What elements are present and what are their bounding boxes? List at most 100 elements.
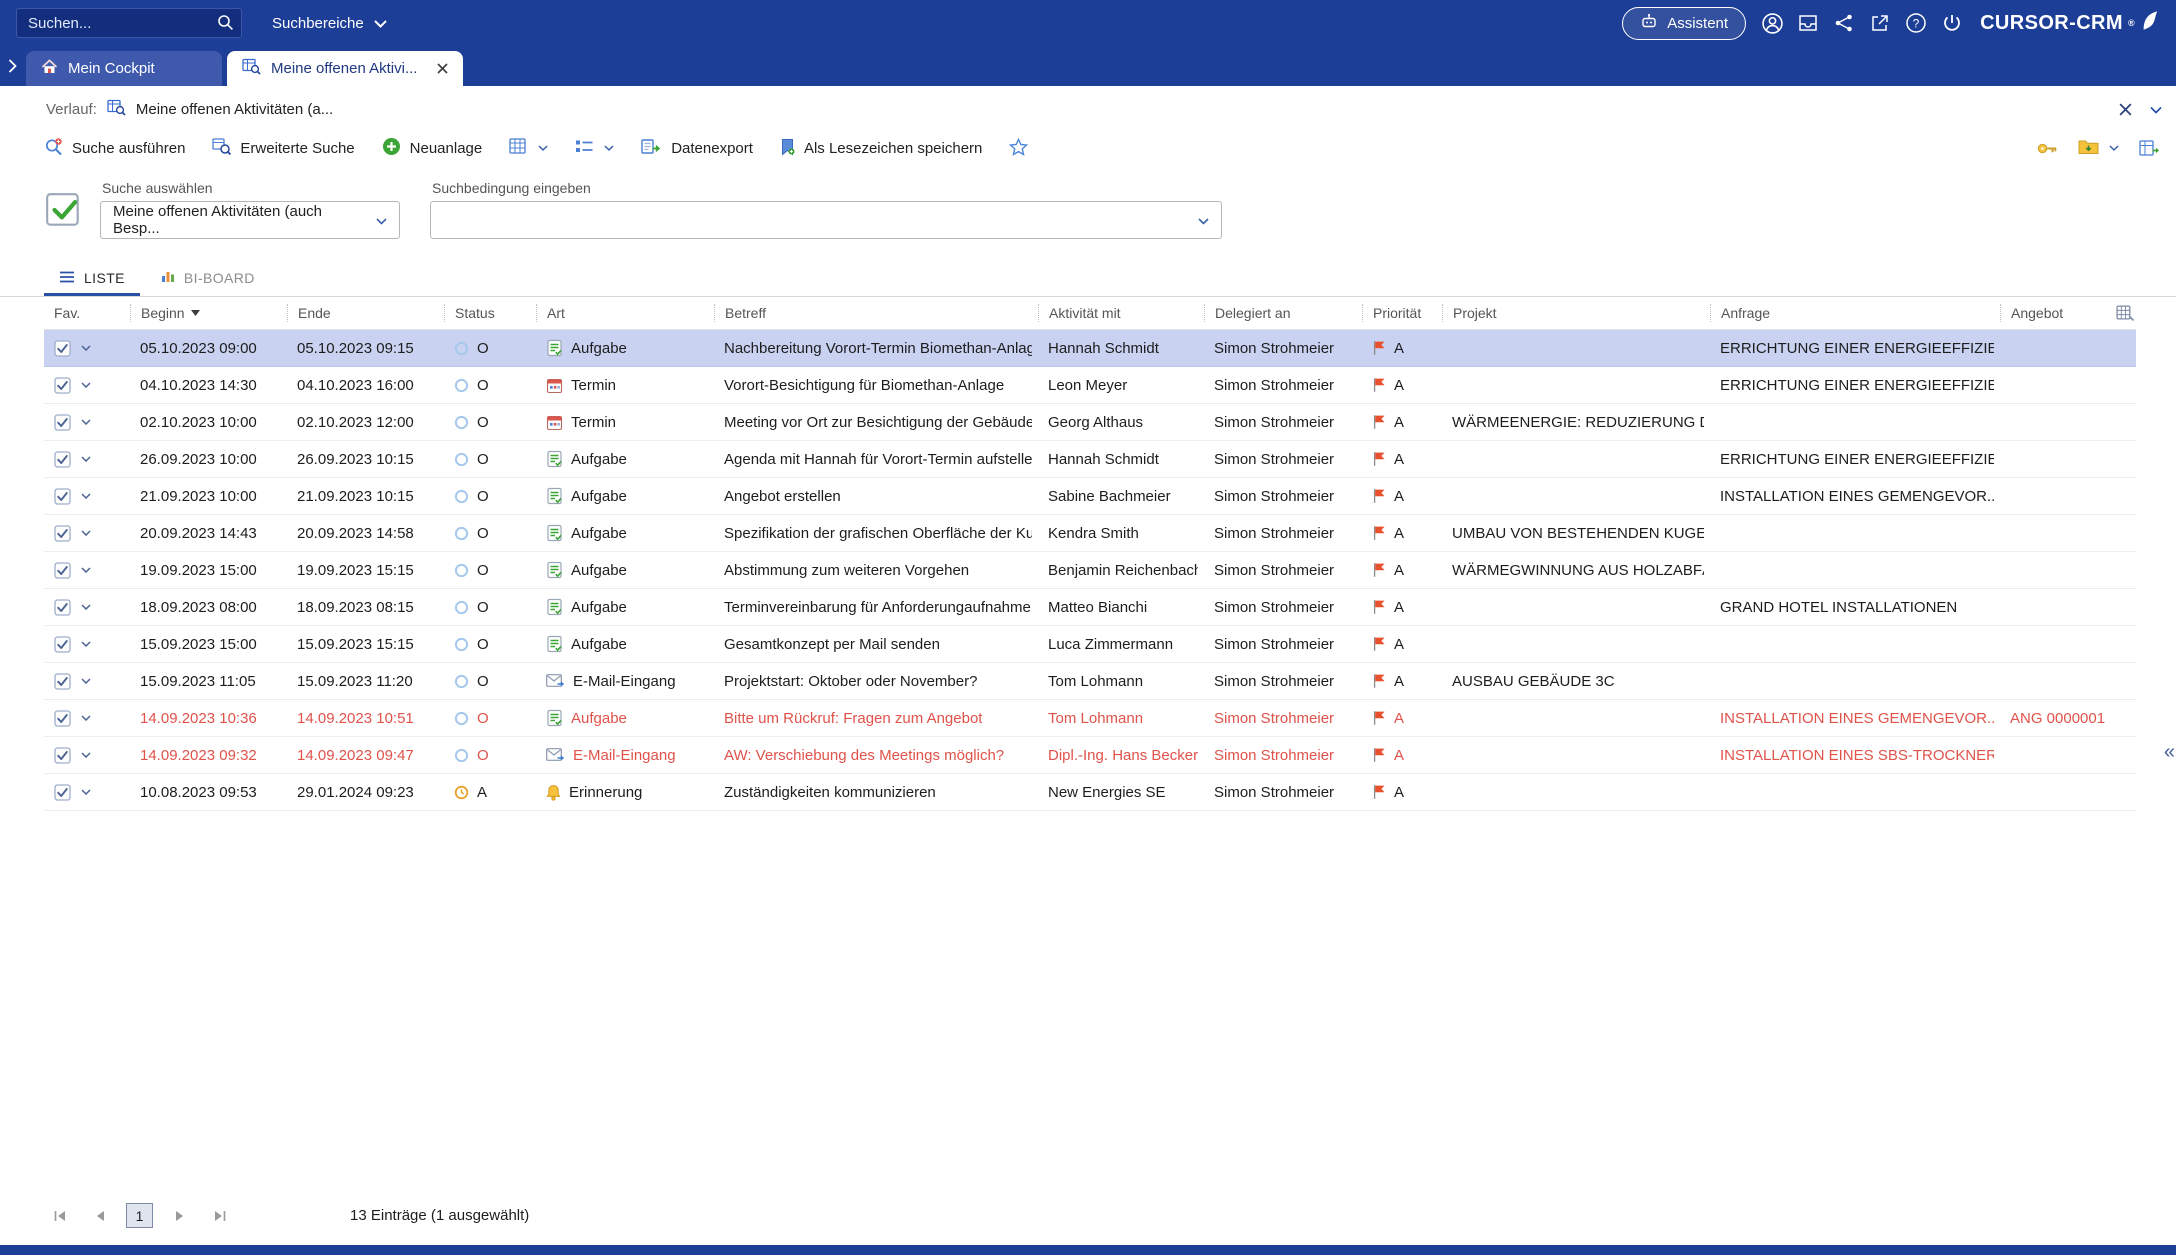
tab-bi-board[interactable]: BI-BOARD — [146, 263, 270, 296]
tab-meine-offenen-aktivitaeten[interactable]: Meine offenen Aktivi... — [227, 51, 464, 86]
table-row[interactable]: 21.09.2023 10:00 21.09.2023 10:15 O Aufgabe… — [44, 478, 2136, 515]
next-page-button[interactable] — [166, 1202, 193, 1229]
row-actions-chevron-icon[interactable] — [81, 456, 91, 462]
app-window: Suchbereiche Assistent ? CURSOR-CRM ® Mei… — [0, 0, 2176, 1255]
table-row[interactable]: 04.10.2023 14:30 04.10.2023 16:00 O Termin V… — [44, 367, 2136, 404]
save-bookmark-button[interactable]: Als Lesezeichen speichern — [780, 138, 982, 160]
row-actions-chevron-icon[interactable] — [81, 789, 91, 795]
cell-status: O — [444, 404, 536, 440]
new-record-button[interactable]: Neuanlage — [382, 137, 482, 160]
table-row[interactable]: 18.09.2023 08:00 18.09.2023 08:15 O Aufgabe… — [44, 589, 2136, 626]
column-header-aktivitaet_mit[interactable]: Aktivität mit — [1038, 304, 1204, 322]
column-header-fav[interactable]: Fav. — [44, 304, 130, 322]
row-actions-chevron-icon[interactable] — [81, 641, 91, 647]
column-header-anfrage[interactable]: Anfrage — [1710, 304, 2000, 322]
layout-export-icon[interactable] — [2139, 140, 2160, 157]
open-circle-icon — [454, 600, 469, 615]
favorite-checkbox-icon[interactable] — [54, 672, 71, 690]
run-search-icon — [44, 137, 63, 160]
inbox-icon[interactable] — [1790, 5, 1826, 41]
favorite-checkbox-icon[interactable] — [54, 376, 71, 394]
folder-actions-button[interactable] — [2078, 138, 2119, 159]
row-actions-chevron-icon[interactable] — [81, 493, 91, 499]
cell-angebot — [2000, 404, 2136, 440]
first-page-button[interactable] — [46, 1202, 73, 1229]
open-external-icon[interactable] — [1862, 5, 1898, 41]
row-actions-chevron-icon[interactable] — [81, 604, 91, 610]
column-header-status[interactable]: Status — [444, 304, 536, 322]
table-row[interactable]: 10.08.2023 09:53 29.01.2024 09:23 A Erinner… — [44, 774, 2136, 811]
run-search-button[interactable]: Suche ausführen — [44, 137, 185, 160]
favorite-checkbox-icon[interactable] — [54, 746, 71, 764]
table-row[interactable]: 14.09.2023 10:36 14.09.2023 10:51 O Aufgabe… — [44, 700, 2136, 737]
favorite-checkbox-icon[interactable] — [54, 598, 71, 616]
current-page-indicator[interactable]: 1 — [126, 1203, 153, 1228]
row-actions-chevron-icon[interactable] — [81, 530, 91, 536]
last-page-button[interactable] — [206, 1202, 233, 1229]
list-view-button[interactable] — [575, 139, 614, 158]
cell-prioritaet: A — [1362, 589, 1442, 625]
panel-collapse-icon[interactable]: « — [2164, 742, 2175, 762]
history-chevron-down-icon[interactable] — [2150, 106, 2162, 114]
cell-fav — [44, 404, 130, 440]
table-row[interactable]: 15.09.2023 15:00 15.09.2023 15:15 O Aufgabe… — [44, 626, 2136, 663]
cell-anfrage — [1710, 663, 2000, 699]
row-actions-chevron-icon[interactable] — [81, 382, 91, 388]
table-row[interactable]: 05.10.2023 09:00 05.10.2023 09:15 O Aufgabe… — [44, 330, 2136, 367]
global-search-input[interactable] — [16, 8, 242, 38]
search-condition-dropdown[interactable] — [430, 201, 1222, 239]
advanced-search-button[interactable]: Erweiterte Suche — [212, 137, 355, 160]
column-header-beginn[interactable]: Beginn — [130, 304, 287, 322]
row-actions-chevron-icon[interactable] — [81, 567, 91, 573]
favorite-checkbox-icon[interactable] — [54, 450, 71, 468]
row-actions-chevron-icon[interactable] — [81, 419, 91, 425]
permissions-key-icon[interactable] — [2037, 142, 2058, 155]
favorite-checkbox-icon[interactable] — [54, 339, 71, 357]
row-actions-chevron-icon[interactable] — [81, 752, 91, 758]
favorite-checkbox-icon[interactable] — [54, 413, 71, 431]
table-row[interactable]: 26.09.2023 10:00 26.09.2023 10:15 O Aufgabe… — [44, 441, 2136, 478]
column-settings-icon[interactable] — [2116, 305, 2134, 321]
table-row[interactable]: 19.09.2023 15:00 19.09.2023 15:15 O Aufgabe… — [44, 552, 2136, 589]
power-icon[interactable] — [1934, 5, 1970, 41]
saved-search-dropdown[interactable]: Meine offenen Aktivitäten (auch Besp... — [100, 201, 400, 239]
search-icon[interactable] — [217, 14, 234, 31]
favorite-checkbox-icon[interactable] — [54, 524, 71, 542]
user-icon[interactable] — [1754, 5, 1790, 41]
column-header-betreff[interactable]: Betreff — [714, 304, 1038, 322]
task-icon — [546, 524, 563, 542]
favorite-checkbox-icon[interactable] — [54, 561, 71, 579]
favorite-checkbox-icon[interactable] — [54, 487, 71, 505]
history-close-icon[interactable] — [2119, 103, 2132, 116]
column-header-delegiert_an[interactable]: Delegiert an — [1204, 304, 1362, 322]
row-actions-chevron-icon[interactable] — [81, 345, 91, 351]
row-actions-chevron-icon[interactable] — [81, 678, 91, 684]
help-icon[interactable]: ? — [1898, 5, 1934, 41]
favorite-checkbox-icon[interactable] — [54, 783, 71, 801]
table-view-button[interactable] — [509, 138, 548, 159]
column-header-ende[interactable]: Ende — [287, 304, 444, 322]
tab-close-icon[interactable] — [427, 63, 449, 74]
tab-liste[interactable]: LISTE — [44, 263, 140, 296]
assistant-button[interactable]: Assistent — [1622, 6, 1747, 40]
column-header-prioritaet[interactable]: Priorität — [1362, 304, 1442, 322]
favorite-checkbox-icon[interactable] — [54, 709, 71, 727]
favorite-star-button[interactable] — [1009, 137, 1029, 160]
share-icon[interactable] — [1826, 5, 1862, 41]
email-icon — [546, 748, 565, 762]
tab-mein-cockpit[interactable]: Mein Cockpit — [26, 51, 222, 86]
row-actions-chevron-icon[interactable] — [81, 715, 91, 721]
table-row[interactable]: 20.09.2023 14:43 20.09.2023 14:58 O Aufgabe… — [44, 515, 2136, 552]
favorite-checkbox-icon[interactable] — [54, 635, 71, 653]
cell-betreff: Vorort-Besichtigung für Biomethan-Anlage — [724, 376, 1005, 394]
previous-page-button[interactable] — [86, 1202, 113, 1229]
column-header-art[interactable]: Art — [536, 304, 714, 322]
data-export-button[interactable]: Datenexport — [641, 138, 753, 160]
table-row[interactable]: 02.10.2023 10:00 02.10.2023 12:00 O Termin M… — [44, 404, 2136, 441]
history-value[interactable]: Meine offenen Aktivitäten (a... — [136, 101, 333, 118]
table-row[interactable]: 14.09.2023 09:32 14.09.2023 09:47 O E-Mail-… — [44, 737, 2136, 774]
table-row[interactable]: 15.09.2023 11:05 15.09.2023 11:20 O E-Mail-… — [44, 663, 2136, 700]
tab-overflow-chevron-icon[interactable] — [8, 59, 17, 73]
search-areas-dropdown[interactable]: Suchbereiche — [272, 15, 387, 32]
column-header-projekt[interactable]: Projekt — [1442, 304, 1710, 322]
